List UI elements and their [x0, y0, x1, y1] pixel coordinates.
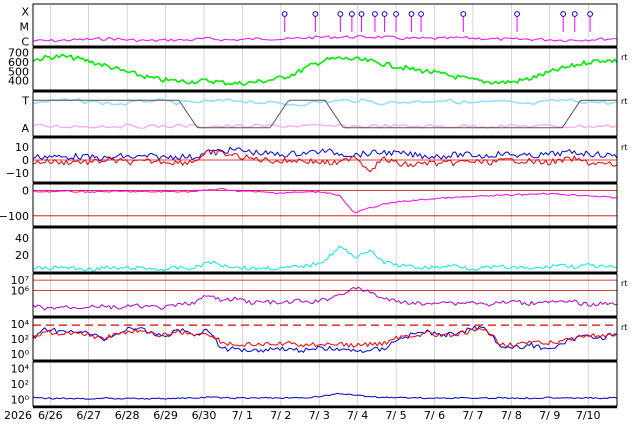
flare-marker: [372, 11, 378, 17]
flare-marker: [418, 11, 424, 17]
space-weather-chart: 2026 XMC700600500400rtTArt100−10rt0−1004…: [0, 3, 627, 422]
flare-marker: [560, 11, 567, 17]
dst-tick-label: 0: [22, 184, 29, 197]
xray_background-tick-label: 10⁴: [11, 362, 30, 375]
flare-marker: [571, 11, 578, 17]
flare-marker: [460, 11, 467, 17]
flare-marker: [337, 11, 344, 17]
x-tick-label: 7/ 2: [270, 409, 291, 422]
x-tick-label: 6/30: [192, 409, 217, 422]
flare-marker: [358, 11, 365, 17]
electron_flux-series-1: [32, 327, 618, 348]
proton_flux-right-marker: rt: [621, 279, 627, 288]
x-tick-label: 7/10: [576, 409, 601, 422]
imf_components-tick-label: 0: [22, 154, 29, 167]
flare-marker: [348, 11, 355, 17]
xray_background-tick-label: 10²: [11, 378, 29, 391]
imf_components-right-marker: rt: [621, 143, 627, 152]
xray_background-tick-label: 10⁰: [11, 394, 30, 407]
x-tick-label: 7/ 6: [424, 409, 445, 422]
xray-tick-label: M: [20, 21, 30, 34]
proton_flux-tick-label: 10⁶: [11, 284, 30, 297]
dst-tick-label: −100: [0, 210, 29, 223]
solar_wind_speed-tick-label: 400: [8, 75, 29, 88]
imf_sector-right-marker: rt: [621, 97, 627, 106]
x-tick-label: 7/ 7: [462, 409, 483, 422]
electron_flux-series-0: [32, 325, 618, 354]
flare-marker: [312, 11, 319, 17]
flare-marker: [393, 11, 399, 17]
flare-marker: [514, 11, 521, 17]
x-tick-label: 6/29: [153, 409, 178, 422]
x-tick-label: 6/26: [38, 409, 63, 422]
x-tick-label: 7/ 5: [385, 409, 406, 422]
x-tick-label: 7/ 8: [501, 409, 522, 422]
flare-marker: [381, 11, 388, 17]
electron_flux-tick-label: 10²: [11, 333, 29, 346]
proton_density-tick-label: 40: [15, 232, 29, 245]
x-tick-label: 7/ 3: [309, 409, 330, 422]
solar_wind_speed-right-marker: rt: [621, 53, 627, 62]
x-tick-label: 6/28: [115, 409, 140, 422]
imf_sector-tick-label: A: [21, 122, 29, 135]
dst-series-0: [32, 188, 618, 214]
xray_background-series-0: [32, 392, 618, 400]
electron_flux-tick-label: 10⁰: [11, 348, 30, 361]
frame-layer: [32, 3, 618, 409]
proton_density-series-0: [32, 245, 618, 272]
flare-marker: [281, 11, 288, 17]
imf_sector-tick-label: T: [21, 94, 29, 107]
xray-tick-label: X: [21, 6, 29, 19]
x-tick-label: 7/ 1: [232, 409, 253, 422]
xray-series-0: [32, 35, 618, 43]
solar_wind_speed-frame: [32, 47, 618, 91]
electron_flux-frame: [32, 317, 618, 361]
solar_wind_speed-series-0: [32, 54, 618, 87]
x-tick-label: 7/ 4: [347, 409, 368, 422]
imf_components-tick-label: 10: [15, 141, 29, 154]
flare-marker: [408, 11, 415, 17]
x-tick-label: 6/27: [76, 409, 101, 422]
imf_sector-frame: [32, 91, 618, 137]
series-layer: [32, 11, 618, 400]
x-tick-label: 7/ 9: [539, 409, 560, 422]
proton_density-frame: [32, 227, 618, 273]
electron_flux-tick-label: 10⁴: [11, 318, 30, 331]
year-label: 2026: [4, 409, 32, 422]
proton_density-tick-label: 20: [15, 249, 29, 262]
imf_components-tick-label: −10: [6, 167, 29, 180]
flare-marker: [587, 11, 594, 17]
electron_flux-right-marker: rt: [621, 323, 627, 332]
